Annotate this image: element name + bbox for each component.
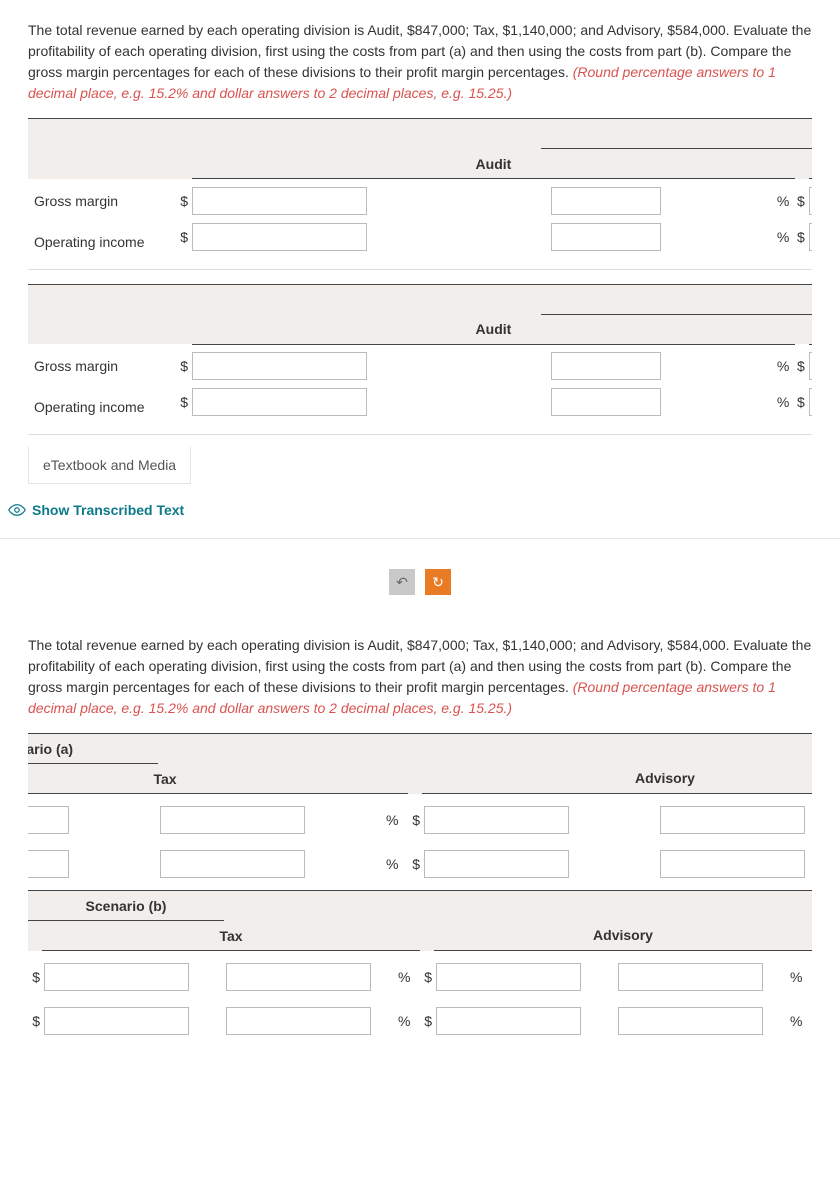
gm-audit-dollar-a[interactable] (192, 187, 367, 215)
show-transcribed-label: Show Transcribed Text (32, 502, 184, 518)
percent-sign: % (771, 223, 795, 269)
oi-adv-dollar-2a[interactable] (424, 850, 569, 878)
audit-header-b: Audit (192, 314, 795, 344)
dollar-sign: $ (28, 959, 42, 995)
show-transcribed-link[interactable]: Show Transcribed Text (8, 502, 184, 518)
gm-tax-dollar-a[interactable] (809, 187, 812, 215)
gm-adv-dollar-2a[interactable] (424, 806, 569, 834)
oi-audit-dollar-a[interactable] (192, 223, 367, 251)
dollar-sign: $ (178, 348, 192, 384)
oi-tax-dollar-b[interactable] (809, 388, 812, 416)
undo-button[interactable]: ↶ (389, 569, 415, 595)
dollar-sign: $ (795, 388, 809, 434)
gross-margin-label-b: Gross margin (28, 348, 178, 384)
oi-tax-pct-2a[interactable] (160, 850, 305, 878)
percent-sign: % (396, 959, 420, 995)
dollar-sign: $ (28, 1003, 42, 1039)
gm-adv-pct-2a[interactable] (660, 806, 805, 834)
dollar-sign: $ (795, 183, 809, 219)
gm-audit-pct-a[interactable] (551, 187, 661, 215)
scenario-b-table: Scenario (b) Audit Tax Gross margin $ % … (28, 284, 812, 435)
gm-tax-pct-2b[interactable] (226, 963, 371, 991)
scenario-a-table: Scenario (a) Audit Tax Gross margin $ % … (28, 118, 812, 269)
dollar-sign: $ (408, 846, 422, 882)
tax-header-2a: Tax (28, 764, 408, 794)
operating-income-label-b: Operating income (28, 388, 178, 434)
dollar-sign: $ (178, 388, 192, 434)
scenario-a-table-wrap[interactable]: Scenario (a) Audit Tax Gross margin $ % … (28, 118, 812, 270)
oi-tax-dollar-a[interactable] (809, 223, 812, 251)
oi-audit-dollar-b[interactable] (192, 388, 367, 416)
oi-audit-pct-b[interactable] (551, 388, 661, 416)
percent-sign: % (788, 959, 812, 995)
percent-sign: % (771, 388, 795, 434)
advisory-header-2a: Advisory (422, 764, 812, 794)
scenario-a-table2-wrap[interactable]: Scenario (a) Tax Advisory $ % $ % $ (28, 733, 812, 882)
dollar-sign: $ (178, 223, 192, 269)
eye-icon (8, 503, 26, 517)
scenario-b-table-wrap[interactable]: Scenario (b) Audit Tax Gross margin $ % … (28, 284, 812, 436)
scenario-b-header: Scenario (b) (541, 284, 812, 314)
oi-audit-pct-a[interactable] (551, 223, 661, 251)
oi-adv-dollar-2b[interactable] (436, 1007, 581, 1035)
gm-tax-dollar-2a[interactable] (28, 806, 69, 834)
scenario-a-header-2: Scenario (a) (28, 734, 158, 764)
dollar-sign: $ (795, 223, 809, 269)
oi-tax-dollar-2b[interactable] (44, 1007, 189, 1035)
scenario-a-header: Scenario (a) (541, 119, 812, 149)
etextbook-button[interactable]: eTextbook and Media (28, 447, 191, 484)
tax-header-a: Tax (809, 149, 812, 179)
tax-header-2b: Tax (42, 921, 420, 951)
gm-adv-dollar-2b[interactable] (436, 963, 581, 991)
gm-audit-pct-b[interactable] (551, 352, 661, 380)
audit-header-a: Audit (192, 149, 795, 179)
scenario-b-table2: Scenario (b) Tax Advisory $ % $ % $ (28, 890, 812, 1039)
oi-adv-pct-2b[interactable] (618, 1007, 763, 1035)
percent-sign: % (788, 1003, 812, 1039)
oi-tax-dollar-2a[interactable] (28, 850, 69, 878)
percent-sign: % (396, 1003, 420, 1039)
scenario-b-table2-wrap[interactable]: Scenario (b) Tax Advisory $ % $ % $ (28, 890, 812, 1039)
gm-tax-pct-2a[interactable] (160, 806, 305, 834)
gross-margin-label-a: Gross margin (28, 183, 178, 219)
percent-sign: % (771, 348, 795, 384)
show-transcribed-section: Show Transcribed Text (0, 484, 840, 539)
percent-sign: % (771, 183, 795, 219)
dollar-sign: $ (795, 348, 809, 384)
scenario-a-table2: Scenario (a) Tax Advisory $ % $ % $ (28, 733, 812, 882)
gm-tax-dollar-2b[interactable] (44, 963, 189, 991)
question-text: The total revenue earned by each operati… (0, 0, 840, 118)
oi-tax-pct-2b[interactable] (226, 1007, 371, 1035)
percent-sign: % (384, 802, 408, 838)
dollar-sign: $ (420, 959, 434, 995)
question-text-2: The total revenue earned by each operati… (0, 615, 840, 733)
dollar-sign: $ (408, 802, 422, 838)
action-buttons: ↶ ↻ (0, 539, 840, 615)
tax-header-b: Tax (809, 314, 812, 344)
oi-adv-pct-2a[interactable] (660, 850, 805, 878)
dollar-sign: $ (420, 1003, 434, 1039)
advisory-header-2b: Advisory (434, 921, 812, 951)
operating-income-label-a: Operating income (28, 223, 178, 269)
gm-tax-dollar-b[interactable] (809, 352, 812, 380)
dollar-sign: $ (178, 183, 192, 219)
gm-adv-pct-2b[interactable] (618, 963, 763, 991)
percent-sign: % (384, 846, 408, 882)
gm-audit-dollar-b[interactable] (192, 352, 367, 380)
scenario-b-header-2: Scenario (b) (28, 891, 224, 921)
redo-button[interactable]: ↻ (425, 569, 451, 595)
